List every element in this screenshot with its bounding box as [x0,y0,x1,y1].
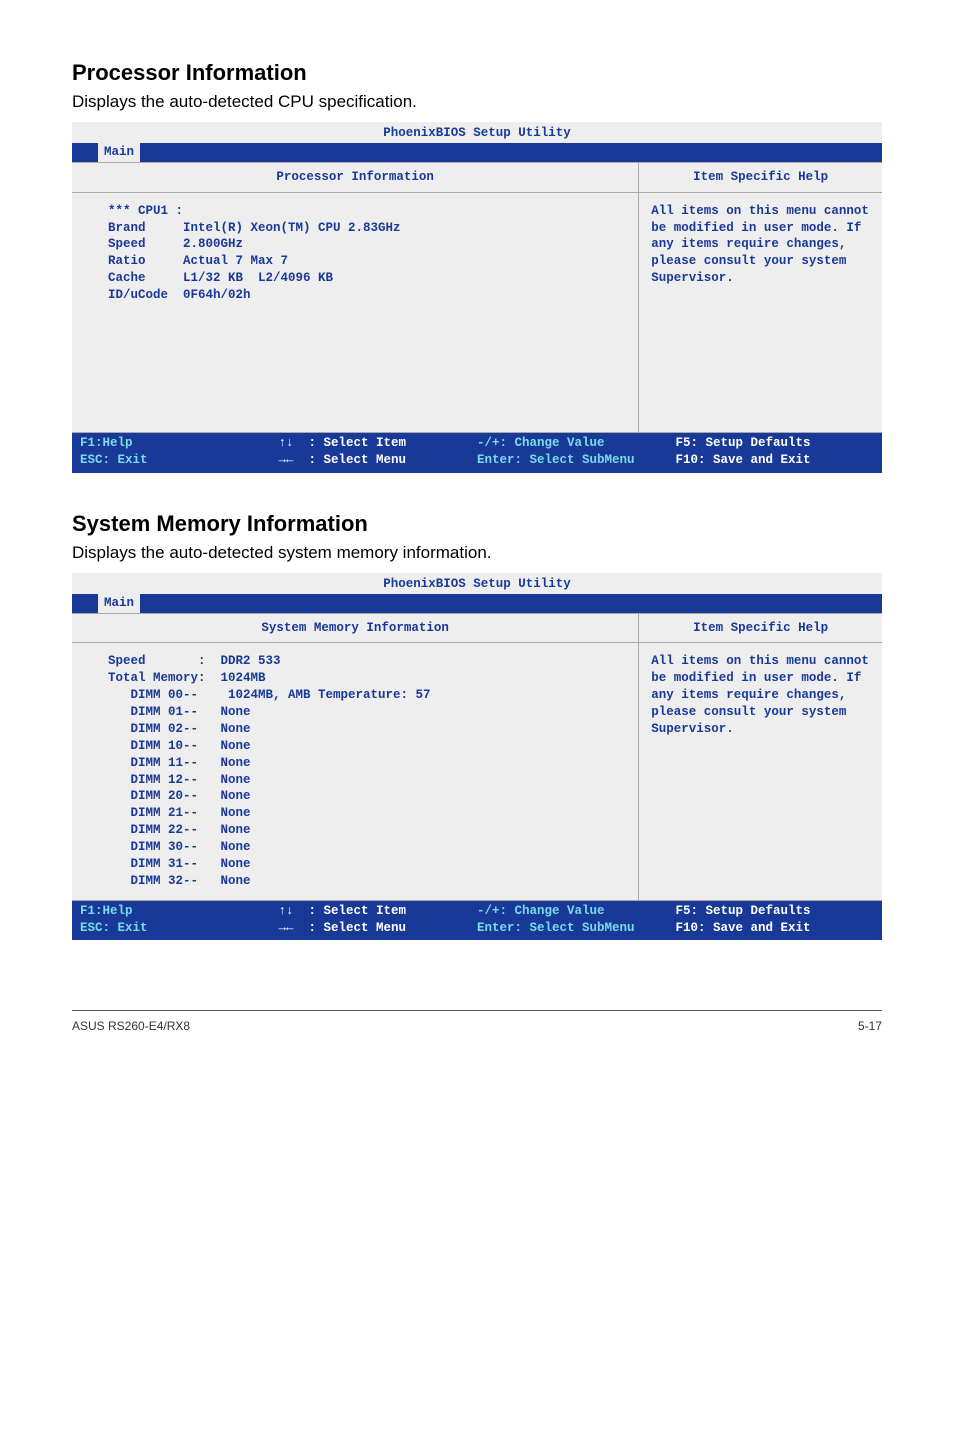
section-heading-processor: Processor Information [72,60,882,86]
page-footer-rule [72,1010,882,1011]
tab-main[interactable]: Main [98,143,140,162]
bios-panel-processor: PhoenixBIOS Setup Utility Main Processor… [72,122,882,473]
help-header: Item Specific Help [639,614,882,644]
bios-tabbar: Main [72,594,882,613]
help-text: All items on this menu cannot be modifie… [639,643,882,747]
help-text: All items on this menu cannot be modifie… [639,193,882,297]
key-esc: ESC: Exit [80,453,148,467]
left-pane-header: Processor Information [72,163,638,193]
key-updown: ↑↓ : Select Item [279,904,407,918]
key-f1: F1:Help [80,436,133,450]
bios-help-pane: Item Specific Help All items on this men… [638,163,882,432]
processor-info-content: *** CPU1 : Brand Intel(R) Xeon(TM) CPU 2… [72,193,638,432]
footer-right: 5-17 [858,1019,882,1033]
key-enter: Enter: Select SubMenu [477,453,635,467]
key-f10: F10: Save and Exit [676,921,811,935]
help-header: Item Specific Help [639,163,882,193]
key-leftright: →← : Select Menu [279,921,407,935]
memory-info-content: Speed : DDR2 533 Total Memory: 1024MB DI… [72,643,638,899]
key-leftright: →← : Select Menu [279,453,407,467]
left-pane-header: System Memory Information [72,614,638,644]
section-desc-processor: Displays the auto-detected CPU specifica… [72,92,882,112]
bios-help-pane: Item Specific Help All items on this men… [638,614,882,900]
key-f10: F10: Save and Exit [676,453,811,467]
key-f5: F5: Setup Defaults [676,904,811,918]
bios-panel-memory: PhoenixBIOS Setup Utility Main System Me… [72,573,882,941]
bios-tabbar: Main [72,143,882,162]
key-f1: F1:Help [80,904,133,918]
section-heading-memory: System Memory Information [72,511,882,537]
key-updown: ↑↓ : Select Item [279,436,407,450]
key-plusminus: -/+: Change Value [477,904,605,918]
bios-left-pane: System Memory Information Speed : DDR2 5… [72,614,638,900]
section-desc-memory: Displays the auto-detected system memory… [72,543,882,563]
key-enter: Enter: Select SubMenu [477,921,635,935]
bios-footer: F1:Help ESC: Exit ↑↓ : Select Item →← : … [72,901,882,941]
bios-left-pane: Processor Information *** CPU1 : Brand I… [72,163,638,432]
key-esc: ESC: Exit [80,921,148,935]
page-footer: ASUS RS260-E4/RX8 5-17 [72,1019,882,1033]
bios-title: PhoenixBIOS Setup Utility [72,573,882,594]
footer-left: ASUS RS260-E4/RX8 [72,1019,190,1033]
key-plusminus: -/+: Change Value [477,436,605,450]
bios-title: PhoenixBIOS Setup Utility [72,122,882,143]
tab-main[interactable]: Main [98,594,140,613]
key-f5: F5: Setup Defaults [676,436,811,450]
bios-footer: F1:Help ESC: Exit ↑↓ : Select Item →← : … [72,433,882,473]
